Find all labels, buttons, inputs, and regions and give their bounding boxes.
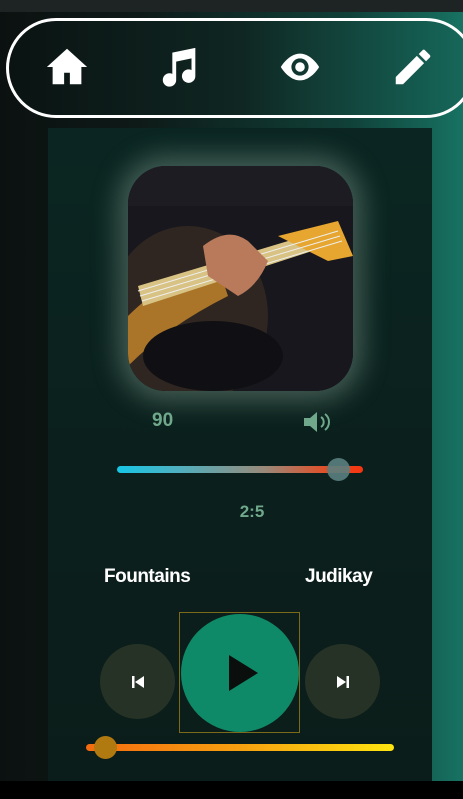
skip-previous-icon — [131, 675, 144, 688]
album-cover — [128, 166, 353, 391]
previous-track-button[interactable] — [100, 644, 175, 719]
album-cover-bass-guitar-image — [128, 166, 353, 391]
volume-button[interactable] — [302, 409, 332, 435]
track-title: Fountains — [104, 566, 191, 587]
play-icon — [229, 655, 258, 691]
eye-icon — [280, 53, 320, 81]
track-progress-bar[interactable] — [86, 736, 394, 759]
top-navigation — [6, 18, 463, 118]
status-strip — [0, 0, 463, 12]
pencil-icon — [395, 49, 431, 85]
music-note-icon — [162, 47, 196, 87]
volume-value: 90 — [152, 410, 174, 431]
track-artist: Judikay — [305, 566, 373, 587]
bottom-bar — [0, 781, 463, 799]
volume-slider-thumb[interactable] — [326, 458, 350, 481]
play-button[interactable] — [181, 614, 299, 732]
nav-view-button[interactable] — [274, 41, 326, 93]
volume-slider[interactable] — [117, 458, 363, 481]
nav-music-button[interactable] — [154, 41, 206, 93]
playback-time: 2:5 — [239, 502, 265, 521]
nav-edit-button[interactable] — [387, 41, 439, 93]
skip-next-icon — [336, 675, 349, 688]
next-track-button[interactable] — [305, 644, 380, 719]
home-icon — [46, 48, 88, 85]
nav-home-button[interactable] — [41, 41, 93, 93]
volume-icon — [304, 412, 330, 432]
